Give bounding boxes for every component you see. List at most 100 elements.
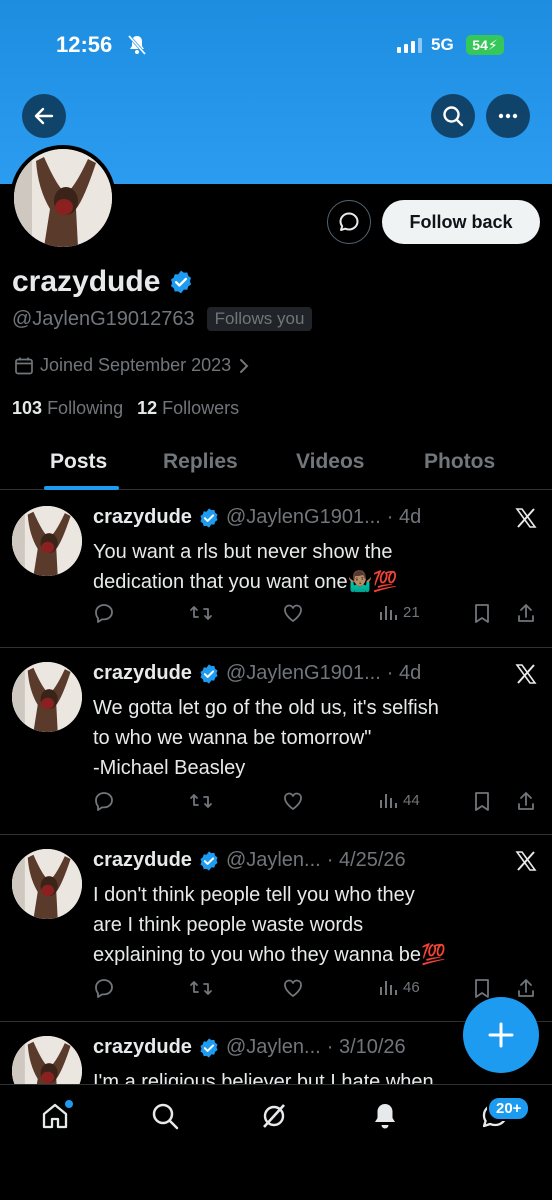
share-icon (518, 604, 534, 622)
views-icon (380, 794, 397, 808)
verified-badge-icon (200, 1037, 218, 1058)
post-author-handle: @Jaylen... (225, 849, 321, 871)
share-button[interactable] (515, 790, 537, 812)
bookmark-icon (475, 604, 489, 623)
post-item[interactable]: crazydude @JaylenG1901... · 4d We gotta … (0, 648, 552, 835)
post-item[interactable]: crazydude @JaylenG1901... · 4d You want … (0, 492, 552, 648)
tab-photos[interactable]: Photos (424, 450, 495, 474)
post-time: · 4d (386, 506, 422, 528)
reply-icon (95, 604, 113, 623)
active-tab-indicator (44, 486, 119, 490)
network-type: 5G (431, 35, 454, 54)
post-author-name[interactable]: crazydude (93, 1036, 192, 1059)
back-button[interactable] (22, 94, 66, 138)
tab-posts[interactable]: Posts (50, 450, 107, 474)
x-logo-icon (515, 851, 537, 871)
like-button[interactable] (282, 790, 304, 812)
views-button[interactable]: 46 (378, 977, 420, 997)
post-author-name[interactable]: crazydude (93, 506, 192, 529)
like-button[interactable] (282, 602, 304, 624)
views-count: 44 (403, 791, 420, 809)
share-button[interactable] (515, 977, 537, 999)
tab-replies[interactable]: Replies (163, 450, 238, 474)
repost-button[interactable] (189, 790, 213, 812)
post-avatar[interactable] (12, 849, 82, 919)
reply-button[interactable] (93, 602, 115, 624)
post-text: We gotta let go of the old us, it's self… (93, 697, 439, 779)
views-icon (380, 981, 397, 995)
bookmark-button[interactable] (472, 602, 492, 624)
grok-icon (263, 1104, 285, 1128)
status-bar: 12:56 5G 54 ⚡ (0, 30, 552, 64)
views-count: 46 (403, 978, 420, 996)
follow-back-button[interactable]: Follow back (382, 200, 540, 244)
compose-post-button[interactable] (463, 997, 539, 1073)
bell-slash-icon (127, 34, 147, 61)
repost-icon (190, 606, 212, 620)
verified-badge-icon (200, 507, 218, 528)
signal-icon (397, 38, 422, 53)
messages-badge: 20+ (487, 1096, 531, 1121)
following-count: 103 (12, 398, 43, 418)
plus-icon (488, 1022, 514, 1048)
avatar-photo (14, 149, 112, 247)
views-button[interactable]: 44 (378, 790, 420, 810)
post-author-handle: @JaylenG1901... (225, 506, 381, 528)
display-name: crazydude (12, 265, 161, 298)
repost-button[interactable] (189, 602, 213, 624)
battery-level: 54 (472, 37, 488, 53)
follow-counts: 103 Following 12 Followers (12, 398, 239, 419)
share-icon (518, 792, 534, 810)
message-button[interactable] (327, 200, 371, 244)
post-item[interactable]: crazydude @Jaylen... · 4/25/26 I don't t… (0, 835, 552, 1022)
followers-link[interactable]: 12 Followers (137, 398, 239, 419)
repost-icon (190, 981, 212, 995)
following-link[interactable]: 103 Following (12, 398, 123, 419)
like-button[interactable] (282, 977, 304, 999)
verified-badge-icon (171, 270, 192, 294)
more-dots-icon (498, 113, 518, 119)
post-actions: 46 (93, 977, 543, 1003)
post-text: I don't think people tell you who they a… (93, 884, 446, 966)
chat-bubble-icon (339, 212, 359, 231)
nav-grok[interactable] (259, 1101, 289, 1136)
post-header: crazydude @JaylenG1901... · 4d (93, 662, 421, 685)
joined-row[interactable]: Joined September 2023 (14, 355, 251, 376)
share-button[interactable] (515, 602, 537, 624)
heart-icon (284, 979, 302, 997)
post-avatar[interactable] (12, 662, 82, 732)
reply-icon (95, 979, 113, 998)
post-avatar[interactable] (12, 506, 82, 576)
nav-notifications[interactable] (370, 1101, 400, 1136)
views-icon (380, 606, 397, 620)
avatar-photo (12, 849, 82, 919)
heart-icon (284, 604, 302, 622)
post-author-name[interactable]: crazydude (93, 849, 192, 872)
post-author-name[interactable]: crazydude (93, 662, 192, 685)
post-time: · 4d (386, 662, 422, 684)
avatar-photo (12, 662, 82, 732)
x-logo (514, 506, 538, 535)
battery-indicator: 54 ⚡ (466, 35, 504, 55)
repost-button[interactable] (189, 977, 213, 999)
reply-button[interactable] (93, 977, 115, 999)
views-button[interactable]: 21 (378, 602, 420, 622)
bookmark-button[interactable] (472, 977, 492, 999)
reply-button[interactable] (93, 790, 115, 812)
profile-name-row: crazydude (12, 265, 194, 299)
x-logo-icon (515, 508, 537, 528)
search-button[interactable] (431, 94, 475, 138)
more-options-button[interactable] (486, 94, 530, 138)
post-actions: 21 (93, 602, 543, 628)
bookmark-icon (475, 979, 489, 998)
views-count: 21 (403, 603, 420, 621)
post-header: crazydude @JaylenG1901... · 4d (93, 506, 421, 529)
x-logo (514, 662, 538, 691)
chevron-right-icon (240, 358, 249, 373)
profile-avatar[interactable] (10, 145, 116, 251)
share-icon (518, 979, 534, 997)
nav-explore[interactable] (150, 1101, 180, 1136)
x-logo-icon (515, 664, 537, 684)
tab-videos[interactable]: Videos (296, 450, 364, 474)
bookmark-button[interactable] (472, 790, 492, 812)
